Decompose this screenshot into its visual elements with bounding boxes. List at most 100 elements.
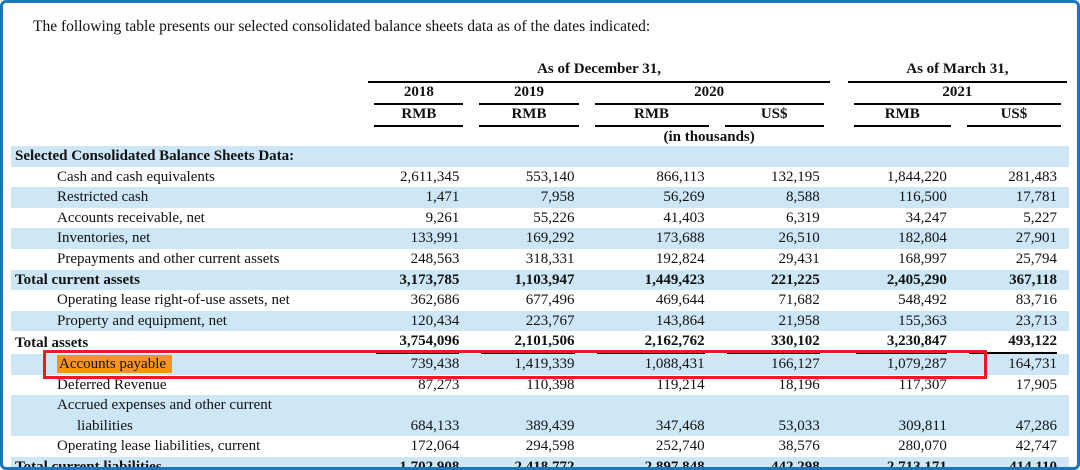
cell-value: 21,958 [717, 311, 832, 332]
cell-value: 3,754,096 [366, 331, 471, 354]
table-row: Deferred Revenue 87,273 110,398 119,214 … [11, 375, 1069, 396]
cell-value: 3,230,847 [846, 331, 959, 354]
cell-value: 9,261 [366, 208, 471, 229]
intro-text: The following table presents our selecte… [3, 3, 1077, 37]
table-row: Cash and cash equivalents 2,611,345 553,… [11, 167, 1069, 188]
unit-usd: US$ [725, 105, 824, 127]
table-row: Accounts receivable, net 9,261 55,226 41… [11, 208, 1069, 229]
cell-value: 71,682 [717, 290, 832, 311]
cell-value: 42,747 [959, 436, 1069, 457]
cell-value: 25,794 [959, 249, 1069, 270]
cell-value: 164,731 [959, 354, 1069, 375]
table-row: Property and equipment, net 120,434 223,… [11, 311, 1069, 332]
row-label: Operating lease right-of-use assets, net [11, 290, 366, 311]
row-label: Inventories, net [11, 228, 366, 249]
cell-value: 493,122 [959, 331, 1069, 354]
unit-rmb: RMB [854, 105, 951, 127]
cell-value: 252,740 [587, 436, 717, 457]
cell-value: 116,500 [846, 187, 959, 208]
cell-value: 23,713 [959, 311, 1069, 332]
cell-value: 182,804 [846, 228, 959, 249]
table-row-two-line: Accrued expenses and other current liabi… [11, 395, 1069, 436]
header-unit-row: RMB RMB RMB US$ RMB US$ [11, 105, 1069, 127]
row-label: Cash and cash equivalents [11, 167, 366, 188]
row-label: Total current assets [11, 270, 366, 291]
header-scale-row: (in thousands) [11, 127, 1069, 146]
cell-value: 38,576 [717, 436, 832, 457]
cell-value: 3,173,785 [366, 270, 471, 291]
table-header: As of December 31, As of March 31, 2018 … [11, 60, 1069, 146]
cell-value: 192,824 [587, 249, 717, 270]
cell-value: 1,079,287 [846, 354, 959, 375]
cell-value: 330,102 [717, 331, 832, 354]
cell-value: 110,398 [471, 375, 586, 396]
cell-value: 26,510 [717, 228, 832, 249]
cell-value: 1,471 [366, 187, 471, 208]
cell-value: 143,864 [587, 311, 717, 332]
cell-value: 389,439 [471, 395, 586, 436]
cell-value: 280,070 [846, 436, 959, 457]
cell-value: 414,110 [959, 457, 1069, 470]
cell-value: 2,162,762 [587, 331, 717, 354]
cell-value: 18,196 [717, 375, 832, 396]
row-label: Accounts payable [11, 354, 366, 375]
header-group-row: As of December 31, As of March 31, [11, 60, 1069, 83]
unit-rmb: RMB [595, 105, 709, 127]
cell-value: 2,101,506 [471, 331, 586, 354]
cell-value: 442,298 [717, 457, 832, 470]
cell-value: 367,118 [959, 270, 1069, 291]
cell-value: 47,286 [959, 395, 1069, 436]
cell-value: 469,644 [587, 290, 717, 311]
cell-value: 318,331 [471, 249, 586, 270]
cell-value: 2,897,848 [587, 457, 717, 470]
cell-value: 1,419,339 [471, 354, 586, 375]
row-label: Total assets [11, 331, 366, 354]
table-row: Inventories, net 133,991 169,292 173,688… [11, 228, 1069, 249]
table-row: Operating lease right-of-use assets, net… [11, 290, 1069, 311]
highlighted-label: Accounts payable [57, 355, 172, 373]
cell-value: 17,905 [959, 375, 1069, 396]
cell-value: 1,702,908 [366, 457, 471, 470]
row-label: Prepayments and other current assets [11, 249, 366, 270]
cell-value: 53,033 [717, 395, 832, 436]
cell-value: 120,434 [366, 311, 471, 332]
row-label: Total current liabilities [11, 457, 366, 470]
row-label: Restricted cash [11, 187, 366, 208]
year-2018: 2018 [374, 83, 463, 105]
cell-value: 17,781 [959, 187, 1069, 208]
cell-value: 1,449,423 [587, 270, 717, 291]
cell-value: 1,844,220 [846, 167, 959, 188]
cell-value: 1,103,947 [471, 270, 586, 291]
cell-value: 29,431 [717, 249, 832, 270]
cell-value: 173,688 [587, 228, 717, 249]
cell-value: 55,226 [471, 208, 586, 229]
section-header: Selected Consolidated Balance Sheets Dat… [11, 146, 1069, 167]
balance-sheet-table: As of December 31, As of March 31, 2018 … [11, 60, 1069, 470]
cell-value: 119,214 [587, 375, 717, 396]
year-2021: 2021 [854, 83, 1061, 105]
cell-value: 5,227 [959, 208, 1069, 229]
year-2019: 2019 [479, 83, 578, 105]
cell-value: 6,319 [717, 208, 832, 229]
cell-value: 2,713,171 [846, 457, 959, 470]
group-header-december: As of December 31, [368, 60, 829, 83]
table-row: Prepayments and other current assets 248… [11, 249, 1069, 270]
cell-value: 248,563 [366, 249, 471, 270]
cell-value: 221,225 [717, 270, 832, 291]
header-year-row: 2018 2019 2020 2021 [11, 83, 1069, 105]
cell-value: 172,064 [366, 436, 471, 457]
cell-value: 347,468 [587, 395, 717, 436]
cell-value: 87,273 [366, 375, 471, 396]
row-label: Accrued expenses and other current liabi… [11, 395, 366, 436]
cell-value: 553,140 [471, 167, 586, 188]
cell-value: 41,403 [587, 208, 717, 229]
unit-rmb: RMB [374, 105, 463, 127]
unit-usd: US$ [967, 105, 1061, 127]
cell-value: 7,958 [471, 187, 586, 208]
cell-value: 132,195 [717, 167, 832, 188]
cell-value: 83,716 [959, 290, 1069, 311]
cell-value: 309,811 [846, 395, 959, 436]
row-label: Deferred Revenue [11, 375, 366, 396]
cell-value: 684,133 [366, 395, 471, 436]
document-frame: The following table presents our selecte… [0, 0, 1080, 470]
